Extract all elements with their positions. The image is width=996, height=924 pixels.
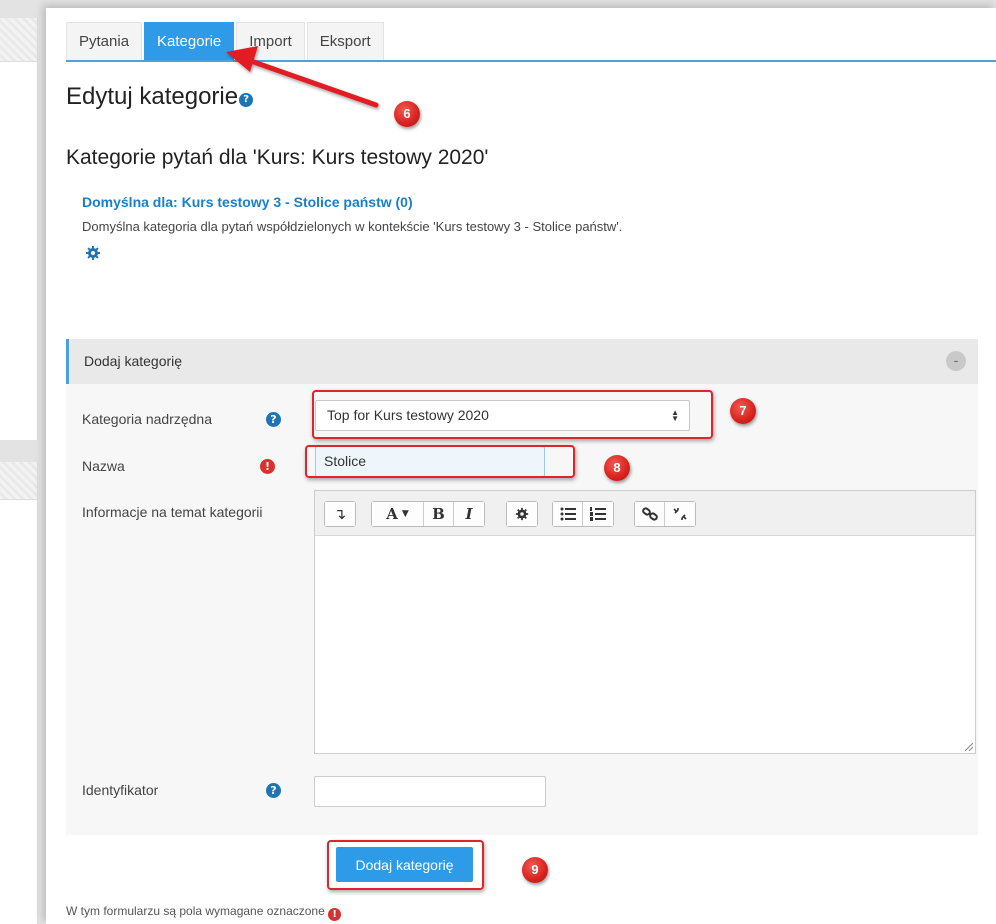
idnumber-help-icon[interactable]: ? — [266, 783, 281, 798]
category-list-heading: Kategorie pytań dla 'Kurs: Kurs testowy … — [66, 146, 489, 169]
annotation-badge-7: 7 — [730, 398, 756, 424]
required-icon: ! — [260, 459, 275, 474]
page-title-text: Edytuj kategorie — [66, 83, 239, 110]
font-style-label: A — [386, 505, 398, 523]
resize-handle-icon[interactable] — [965, 743, 973, 751]
parent-category-label: Kategoria nadrzędna — [82, 411, 212, 427]
category-link-default[interactable]: Domyślna dla: Kurs testowy 3 - Stolice p… — [82, 194, 413, 210]
category-description: Domyślna kategoria dla pytań współdzielo… — [82, 219, 623, 234]
font-style-button[interactable]: A ▼ — [372, 502, 424, 526]
toolbar-group-links — [634, 501, 696, 527]
annotation-box-name — [305, 445, 575, 478]
settings-button[interactable] — [507, 502, 537, 526]
gear-icon — [515, 507, 529, 521]
toolbar-collapse-button[interactable]: ↴ — [325, 502, 355, 526]
gear-icon[interactable] — [85, 245, 101, 261]
toolbar-group-collapse: ↴ — [324, 501, 356, 527]
annotation-box-submit — [327, 840, 484, 890]
toolbar-group-lists — [552, 501, 614, 527]
help-icon[interactable]: ? — [239, 93, 254, 107]
rich-text-editor: ↴ A ▼ B I — [314, 490, 976, 754]
unordered-list-button[interactable] — [553, 502, 583, 526]
annotation-badge-9: 9 — [522, 857, 548, 883]
page-title: Edytuj kategorie? — [66, 83, 254, 111]
fieldset-title: Dodaj kategorię — [84, 353, 183, 369]
editor-toolbar: ↴ A ▼ B I — [315, 491, 975, 536]
required-icon: ! — [328, 908, 342, 921]
italic-button[interactable]: I — [454, 502, 484, 526]
collapse-icon[interactable]: - — [946, 351, 966, 371]
ordered-list-button[interactable] — [583, 502, 613, 526]
background-block-top — [0, 18, 38, 440]
link-icon — [641, 507, 658, 521]
info-label: Informacje na temat kategorii — [82, 504, 263, 520]
annotation-box-parent — [312, 390, 713, 439]
fieldset-header[interactable]: Dodaj kategorię - — [66, 339, 978, 384]
link-button[interactable] — [635, 502, 665, 526]
block-header-bottom — [0, 462, 37, 500]
required-note-text: W tym formularzu są pola wymagane oznacz… — [66, 904, 325, 918]
editor-content-area[interactable] — [315, 537, 975, 753]
block-header-top — [0, 18, 37, 62]
numbered-list-icon — [590, 507, 606, 521]
tab-categories[interactable]: Kategorie — [144, 22, 235, 60]
annotation-badge-8: 8 — [604, 455, 630, 481]
idnumber-input[interactable] — [314, 776, 546, 807]
chevron-down-icon: ▼ — [401, 509, 409, 519]
tab-import[interactable]: Import — [236, 22, 305, 60]
toolbar-group-style: A ▼ B I — [371, 501, 485, 527]
annotation-badge-6: 6 — [394, 101, 420, 127]
required-fields-note: W tym formularzu są pola wymagane oznacz… — [66, 904, 342, 921]
name-label: Nazwa — [82, 458, 125, 474]
background-block-bottom — [0, 462, 38, 924]
bullet-list-icon — [560, 507, 576, 521]
bold-button[interactable]: B — [424, 502, 454, 526]
tab-questions[interactable]: Pytania — [66, 22, 143, 60]
tab-bar: Pytania Kategorie Import Eksport — [66, 22, 996, 62]
tab-export[interactable]: Eksport — [306, 22, 384, 60]
unlink-button[interactable] — [665, 502, 695, 526]
parent-help-icon[interactable]: ? — [266, 412, 281, 427]
toolbar-group-settings — [506, 501, 538, 527]
idnumber-label: Identyfikator — [82, 782, 159, 798]
unlink-icon — [673, 508, 687, 520]
